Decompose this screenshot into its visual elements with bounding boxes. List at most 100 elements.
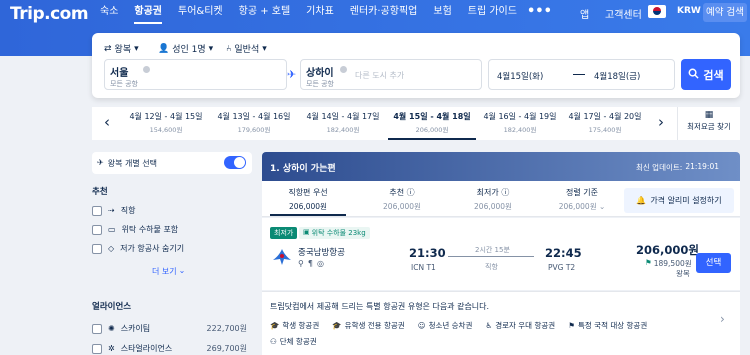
nav-car-rental[interactable]: 렌터카·공항픽업 <box>350 5 418 24</box>
nav-flight-hotel[interactable]: 항공 + 호텔 <box>239 5 291 24</box>
sort-recommended[interactable]: 추천 ⓘ 206,000원 <box>362 187 442 212</box>
magnifier-icon <box>688 68 699 82</box>
info-icon: ⓘ <box>501 188 510 197</box>
person-icon: 👤 <box>158 43 170 54</box>
more-menu-icon[interactable]: ••• <box>527 4 552 19</box>
intl-student-fare-tag[interactable]: 🎓 유학생 전용 항공권 <box>332 319 404 332</box>
filter-star-alliance[interactable]: ✲ 스타얼라이언스 269,700원 <box>92 343 247 354</box>
date-option-selected[interactable]: 4월 15일 - 4월 18일 206,000원 <box>388 107 476 140</box>
nav-insurance[interactable]: 보험 <box>433 5 451 24</box>
app-link[interactable]: 앱 <box>580 6 589 21</box>
swap-arrows-icon: ⇄ <box>104 43 112 54</box>
nav-guide[interactable]: 트립 가이드 <box>468 5 517 24</box>
separate-roundtrip-toggle[interactable] <box>224 156 246 169</box>
date-option[interactable]: 4월 12일 - 4월 15일 154,600원 <box>122 107 210 140</box>
filter-skyteam[interactable]: ✺ 스카이팀 222,700원 <box>92 323 247 334</box>
student-fare-tag[interactable]: 🎓 학생 항공권 <box>270 319 319 332</box>
cabin-select[interactable]: ⑃ 일반석 ▾ <box>226 42 267 56</box>
show-more-link[interactable]: 더 보기 ⌄ <box>152 266 185 277</box>
amenity-icons: ⚲ ¶ ◎ <box>298 259 324 268</box>
lowest-fare-finder[interactable]: ▦ 최저요금 찾기 <box>677 107 740 140</box>
separate-roundtrip-label-wrap: ✈ 왕복 개별 선택 <box>97 158 157 169</box>
origin-clear-icon[interactable] <box>143 66 150 73</box>
skyteam-icon: ✺ <box>108 324 115 333</box>
origin-tag: 서울 모든 공항 <box>110 64 138 89</box>
chevron-down-icon: ⌄ <box>599 202 606 211</box>
senior-icon: ♿ <box>485 321 493 330</box>
nav-trains[interactable]: 기차표 <box>306 5 334 24</box>
graduation-cap-icon: 🎓 <box>332 321 342 330</box>
arrival-airport: PVG T2 <box>548 263 576 272</box>
youth-fare-tag[interactable]: ☺ 청소년 승차권 <box>418 319 473 332</box>
date-option[interactable]: 4월 16일 - 4월 19일 182,400원 <box>476 107 564 140</box>
separate-roundtrip-label: 왕복 개별 선택 <box>107 159 157 168</box>
plane-icon: ✈ <box>97 158 104 167</box>
star-alliance-icon: ✲ <box>108 344 115 353</box>
return-date[interactable]: 4월18일(금) <box>594 70 640 82</box>
prev-dates-icon[interactable]: ‹ <box>92 107 122 140</box>
korea-flag-icon[interactable] <box>648 5 666 18</box>
tag-icon: ◇ <box>108 244 115 253</box>
swap-cities-icon[interactable]: ✈ <box>287 68 296 81</box>
destination-sub: 모든 공항 <box>306 80 334 88</box>
leg-title: 1. 상하이 가는편 <box>270 164 336 174</box>
bell-icon: 🔔 <box>636 196 647 205</box>
filter-hide-lowcost[interactable]: ◇ 저가 항공사 숨기기 <box>92 243 184 254</box>
nav-tours[interactable]: 투어&티켓 <box>178 5 223 24</box>
checkbox[interactable] <box>92 343 102 354</box>
special-fares-text: 트립닷컴에서 제공해 드리는 특별 항공권 유형은 다음과 같습니다. <box>270 302 490 311</box>
recommended-title: 추천 <box>92 187 108 197</box>
trip-type-select[interactable]: ⇄ 왕복 ▾ <box>104 42 139 56</box>
caret-down-icon: ▾ <box>208 43 214 54</box>
senior-fare-tag[interactable]: ♿ 경로자 우대 항공권 <box>485 319 555 332</box>
date-option[interactable]: 4월 14일 - 4월 17일 182,400원 <box>298 107 388 140</box>
flag-icon: ⚑ <box>645 258 652 267</box>
group-fare-tag[interactable]: ⚇ 단체 항공권 <box>270 335 317 348</box>
select-flight-button[interactable]: 선택 <box>696 253 731 273</box>
flight-duration: 2시간 15분 <box>475 246 510 254</box>
info-icon: ⓘ <box>406 188 415 197</box>
group-icon: ⚇ <box>270 337 277 346</box>
checkbox[interactable] <box>92 224 102 235</box>
filter-direct[interactable]: ⇢ 직항 <box>92 205 135 216</box>
alliance-title: 얼라이언스 <box>92 302 132 312</box>
arrival-time: 22:45 <box>545 246 582 260</box>
passenger-select[interactable]: 👤 성인 1명 ▾ <box>158 42 214 56</box>
checkbox[interactable] <box>92 205 102 216</box>
roundtrip-note: 왕복 <box>676 269 690 278</box>
lowest-price-tag: 최저가 <box>270 227 298 239</box>
next-dates-icon[interactable]: › <box>646 107 676 140</box>
price-alert-button[interactable]: 🔔 가격 알리미 설정하기 <box>624 188 734 213</box>
flag-icon: ⚑ <box>568 321 575 330</box>
depart-date[interactable]: 4월15일(화) <box>497 70 543 82</box>
search-button[interactable]: 검색 <box>681 59 731 90</box>
add-city-placeholder[interactable]: 다른 도시 추가 <box>355 70 404 81</box>
trip-logo[interactable]: Trip.com <box>10 4 89 24</box>
currency-selector[interactable]: KRW <box>677 6 701 16</box>
youth-icon: ☺ <box>417 321 426 330</box>
sort-direct-first[interactable]: 직항편 우선 206,000원 <box>270 187 346 216</box>
seat-icon: ⑃ <box>226 43 232 54</box>
customer-support-link[interactable]: 고객센터 <box>605 6 642 21</box>
baggage-tag: ▣ 위탁 수하물 23kg <box>299 227 370 239</box>
nav-flights[interactable]: 항공권 <box>134 5 163 24</box>
destination-clear-icon[interactable] <box>340 66 347 73</box>
date-option[interactable]: 4월 13일 - 4월 16일 179,600원 <box>210 107 298 140</box>
destination-tag: 상하이 모든 공항 <box>306 64 334 89</box>
origin-sub: 모든 공항 <box>110 80 138 88</box>
baggage-icon: ▭ <box>108 225 116 234</box>
duration-line <box>448 256 534 257</box>
checkbox[interactable] <box>92 243 102 254</box>
booking-search-button[interactable]: 예약 검색 <box>703 3 747 22</box>
nav-hotels[interactable]: 숙소 <box>100 5 118 24</box>
sort-cheapest[interactable]: 최저가 ⓘ 206,000원 <box>452 187 534 212</box>
departure-airport: ICN T1 <box>411 263 436 272</box>
airline-logo-icon <box>272 248 292 270</box>
sort-by-select[interactable]: 정렬 기준 206,000원 ⌄ <box>542 187 622 212</box>
checkbox[interactable] <box>92 323 102 334</box>
date-option[interactable]: 4월 17일 - 4월 20일 175,400원 <box>564 107 646 140</box>
caret-down-icon: ▾ <box>262 43 267 54</box>
filter-baggage[interactable]: ▭ 위탁 수하물 포함 <box>92 224 178 235</box>
chevron-right-icon[interactable]: › <box>720 312 725 326</box>
nationality-fare-tag[interactable]: ⚑ 특정 국적 대상 항공권 <box>568 319 647 332</box>
